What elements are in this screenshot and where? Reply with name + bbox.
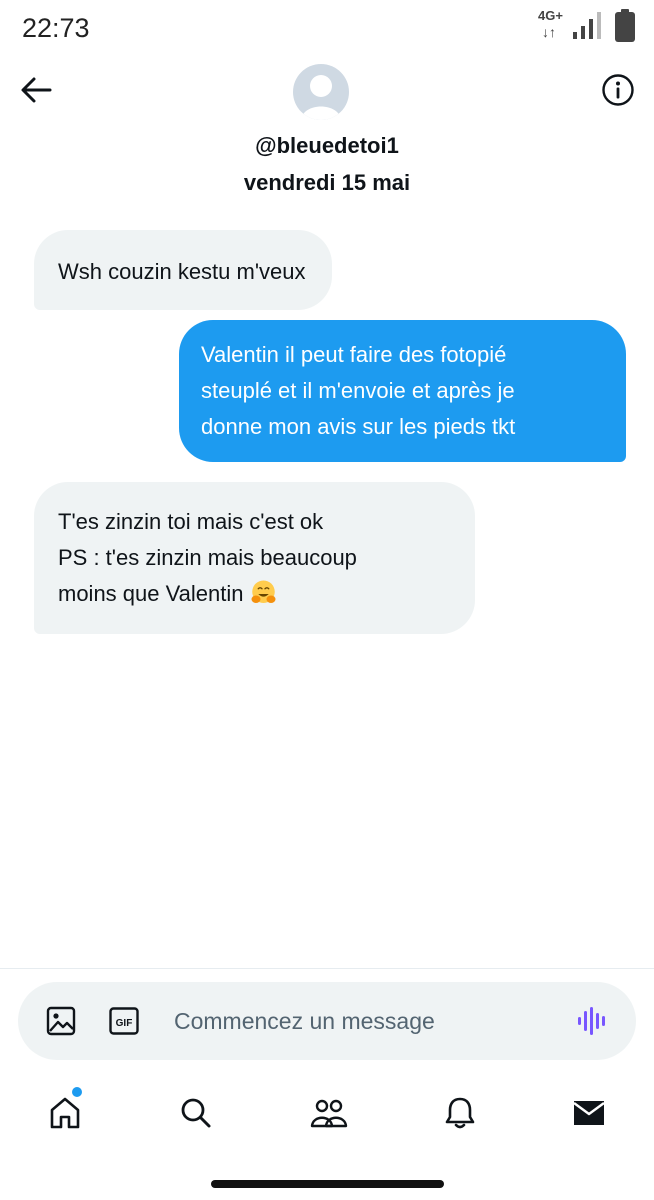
network-activity-icon: ↓↑ bbox=[542, 24, 556, 40]
network-type-label: 4G+ bbox=[538, 8, 563, 23]
message-input[interactable] bbox=[174, 1000, 554, 1042]
image-icon bbox=[46, 1006, 76, 1036]
message-text: T'es zinzin toi mais c'est ok bbox=[58, 509, 324, 534]
conversation-date: vendredi 15 mai bbox=[243, 170, 411, 195]
status-bar: 22:73 4G+ ↓↑ bbox=[0, 0, 654, 56]
messages-icon bbox=[573, 1101, 605, 1125]
composer-divider bbox=[0, 968, 654, 969]
communities-icon bbox=[310, 1099, 348, 1128]
notifications-icon bbox=[445, 1097, 475, 1129]
message-text: steuplé et il m'envoie et après je bbox=[201, 378, 515, 403]
bottom-navigation bbox=[0, 1078, 654, 1148]
voice-message-button[interactable] bbox=[574, 1004, 610, 1038]
add-gif-button[interactable]: GIF bbox=[109, 1006, 139, 1036]
message-text: donne mon avis sur les pieds tkt bbox=[201, 414, 516, 439]
search-icon bbox=[181, 1098, 211, 1128]
nav-messages[interactable] bbox=[564, 1088, 614, 1138]
nav-notifications[interactable] bbox=[435, 1088, 485, 1138]
avatar-placeholder-icon bbox=[301, 75, 341, 120]
message-text: Valentin il peut faire des fotopié bbox=[201, 342, 507, 367]
nav-search[interactable] bbox=[171, 1088, 221, 1138]
battery-icon bbox=[615, 9, 635, 42]
signal-icon bbox=[573, 12, 601, 39]
message-text-with-emoji: moins que Valentin bbox=[58, 576, 453, 612]
add-image-button[interactable] bbox=[44, 1004, 78, 1038]
info-icon bbox=[602, 74, 634, 106]
status-time: 22:73 bbox=[22, 13, 90, 43]
voice-wave-icon bbox=[578, 1007, 605, 1035]
home-indicator[interactable] bbox=[211, 1180, 444, 1188]
message-bubble-sent[interactable]: Valentin il peut faire des fotopié steup… bbox=[179, 320, 626, 462]
conversation-info-button[interactable] bbox=[598, 70, 638, 110]
message-text: moins que Valentin bbox=[58, 581, 244, 606]
home-icon bbox=[50, 1097, 80, 1129]
avatar[interactable] bbox=[293, 64, 349, 120]
nav-home[interactable] bbox=[40, 1088, 90, 1138]
hugging-face-emoji-icon bbox=[251, 580, 275, 603]
back-button[interactable] bbox=[16, 70, 56, 110]
home-badge-dot bbox=[72, 1087, 82, 1097]
svg-text:GIF: GIF bbox=[116, 1018, 133, 1029]
contact-handle[interactable]: @bleuedetoi1 bbox=[0, 133, 654, 159]
message-text: PS : t'es zinzin mais beaucoup bbox=[58, 545, 357, 570]
message-composer: GIF bbox=[18, 982, 636, 1060]
gif-icon: GIF bbox=[109, 1007, 139, 1035]
message-bubble-received[interactable]: Wsh couzin kestu m'veux bbox=[34, 230, 332, 310]
back-arrow-icon bbox=[21, 77, 52, 103]
nav-communities[interactable] bbox=[304, 1088, 354, 1138]
message-bubble-received[interactable]: T'es zinzin toi mais c'est ok PS : t'es … bbox=[34, 482, 475, 634]
message-text: Wsh couzin kestu m'veux bbox=[58, 259, 306, 284]
dm-conversation-screen: 22:73 4G+ ↓↑ @bleuedetoi1 vendredi 15 ma… bbox=[0, 0, 654, 1200]
